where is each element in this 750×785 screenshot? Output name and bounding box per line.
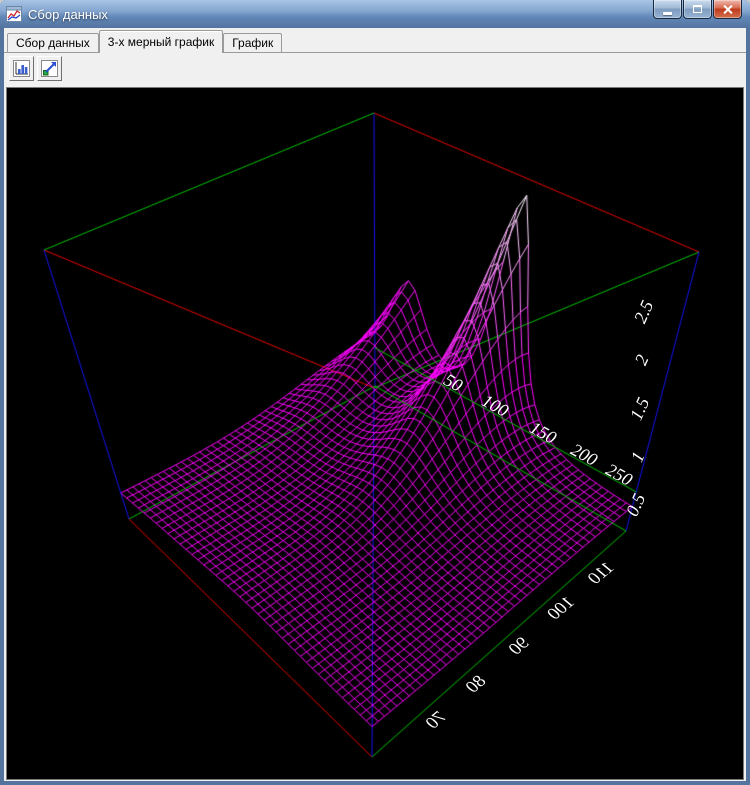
- minimize-button[interactable]: [653, 0, 682, 19]
- scale-arrow-icon: [41, 60, 58, 77]
- minimize-icon: [663, 12, 672, 15]
- tab-3d-graph[interactable]: 3-х мерный график: [99, 30, 223, 53]
- close-button[interactable]: [713, 0, 742, 19]
- maximize-icon: [693, 5, 702, 13]
- bar-chart-icon: [13, 60, 30, 77]
- close-icon: [722, 4, 733, 15]
- window-controls: [653, 0, 742, 19]
- maximize-button[interactable]: [683, 0, 712, 19]
- surface-plot-canvas[interactable]: [7, 88, 743, 779]
- window-title: Сбор данных: [28, 7, 108, 22]
- tab-graph[interactable]: График: [223, 33, 282, 52]
- chart-settings-button[interactable]: [9, 56, 34, 81]
- toolbar: [4, 53, 746, 87]
- tab-bar: Сбор данных3-х мерный графикГрафик: [4, 28, 746, 53]
- client-area: Сбор данных3-х мерный графикГрафик: [4, 28, 746, 781]
- plot-area: 501001502002501101009080702.521.510.5: [6, 87, 744, 780]
- app-icon[interactable]: [6, 6, 22, 22]
- tab-data-collection[interactable]: Сбор данных: [7, 33, 99, 52]
- app-window: Сбор данных Сбор данных3-х мерный график…: [0, 0, 750, 785]
- title-bar[interactable]: Сбор данных: [0, 0, 750, 28]
- scale-mode-button[interactable]: [37, 56, 62, 81]
